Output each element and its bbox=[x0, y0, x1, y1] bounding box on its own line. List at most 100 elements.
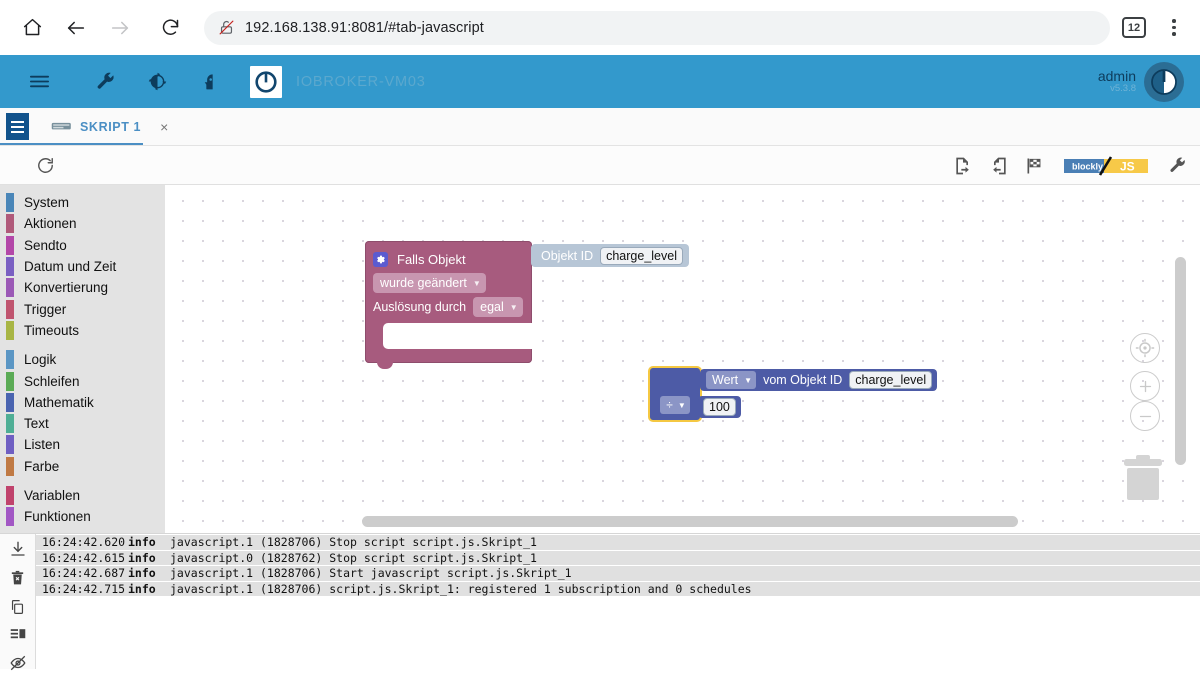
center-target-icon[interactable] bbox=[1130, 333, 1160, 363]
palette-item-timeouts[interactable]: Timeouts bbox=[0, 320, 165, 341]
address-bar[interactable]: 192.168.138.91:8081/#tab-javascript bbox=[204, 10, 1110, 45]
reload-icon[interactable] bbox=[150, 8, 190, 48]
color-swatch bbox=[6, 299, 14, 319]
user-head-icon[interactable] bbox=[190, 63, 228, 101]
palette-label: Farbe bbox=[24, 458, 60, 474]
layout-log-icon[interactable] bbox=[7, 627, 29, 643]
log-row: 16:24:42.687 info javascript.1 (1828706)… bbox=[36, 566, 1200, 582]
contrast-icon[interactable] bbox=[138, 63, 176, 101]
avatar[interactable] bbox=[1144, 61, 1184, 102]
palette-item-system[interactable]: System bbox=[0, 192, 165, 213]
palette-item-farbe[interactable]: Farbe bbox=[0, 456, 165, 477]
number-field[interactable]: 100 bbox=[703, 398, 736, 416]
palette-item-schleifen[interactable]: Schleifen bbox=[0, 370, 165, 391]
block-get-value[interactable]: Wert ▼ vom Objekt ID charge_level bbox=[700, 369, 938, 391]
block-objekt-id[interactable]: Objekt ID charge_level bbox=[531, 244, 689, 267]
block-trigger-row: Auslösung durch egal ▼ bbox=[365, 295, 532, 319]
gear-icon[interactable] bbox=[373, 251, 388, 267]
objekt-id-field[interactable]: charge_level bbox=[600, 246, 683, 265]
kebab-menu-icon[interactable] bbox=[1160, 11, 1188, 45]
palette-label: Variablen bbox=[24, 488, 81, 503]
palette-item-text[interactable]: Text bbox=[0, 413, 165, 434]
app-header: IOBROKER-VM03 admin v5.3.8 bbox=[0, 55, 1200, 108]
zoom-in-circle bbox=[1130, 371, 1160, 401]
toggle-js-label: JS bbox=[1120, 159, 1135, 173]
block-math-arithmetic[interactable]: ÷ ▼ bbox=[648, 366, 702, 422]
palette-item-aktionen[interactable]: Aktionen bbox=[0, 213, 165, 234]
log-empty-area bbox=[36, 597, 1200, 670]
blockly-toolbar-right: blockly JS bbox=[950, 146, 1190, 185]
get-value-objid-field[interactable]: charge_level bbox=[849, 371, 933, 389]
export-blocks-icon[interactable] bbox=[950, 153, 976, 179]
get-value-label: vom Objekt ID bbox=[763, 373, 843, 387]
tab-skript-1[interactable]: SKRIPT 1 × bbox=[47, 108, 172, 146]
palette-label: Funktionen bbox=[24, 509, 91, 525]
chevron-down-icon: ▼ bbox=[472, 278, 481, 288]
scroll-to-bottom-icon[interactable] bbox=[7, 540, 29, 558]
color-swatch bbox=[6, 214, 14, 234]
iobroker-logo-icon bbox=[250, 65, 282, 98]
editor-main: System Aktionen Sendto Datum und Zeit Ko… bbox=[0, 185, 1200, 533]
color-swatch bbox=[6, 371, 14, 391]
block-bottom-notch bbox=[377, 362, 393, 369]
hamburger-menu-icon[interactable] bbox=[20, 63, 58, 101]
tab-count-badge[interactable]: 12 bbox=[1122, 17, 1146, 38]
checkered-flag-icon[interactable] bbox=[1022, 153, 1048, 179]
palette-label: Listen bbox=[24, 437, 61, 453]
palette-item-sendto[interactable]: Sendto bbox=[0, 235, 165, 256]
block-statement-slot[interactable] bbox=[383, 323, 532, 349]
palette-label: Mathematik bbox=[24, 394, 94, 410]
center-circle bbox=[1130, 333, 1160, 363]
blockly-canvas[interactable]: Falls Objekt wurde geändert ▼ Auslösung … bbox=[165, 185, 1200, 533]
block-footer bbox=[365, 349, 532, 363]
wrench-icon[interactable] bbox=[86, 63, 124, 101]
blockly-js-toggle[interactable]: blockly JS bbox=[1062, 155, 1150, 176]
condition-dropdown[interactable]: wurde geändert ▼ bbox=[373, 273, 486, 293]
palette-item-konvertierung[interactable]: Konvertierung bbox=[0, 277, 165, 298]
trigger-dropdown[interactable]: egal ▼ bbox=[473, 297, 523, 317]
palette-item-mathematik[interactable]: Mathematik bbox=[0, 392, 165, 413]
trash-icon[interactable] bbox=[1122, 455, 1164, 501]
palette-item-funktionen[interactable]: Funktionen bbox=[0, 506, 165, 527]
home-icon[interactable] bbox=[12, 8, 52, 48]
block-number[interactable]: 100 bbox=[698, 396, 741, 418]
value-mode-dropdown[interactable]: Wert ▼ bbox=[706, 371, 757, 389]
admin-version: v5.3.8 bbox=[1110, 83, 1136, 95]
back-arrow-icon[interactable] bbox=[56, 8, 96, 48]
log-message: javascript.1 (1828706) Start javascript … bbox=[170, 566, 572, 581]
hide-log-icon[interactable] bbox=[7, 654, 29, 672]
close-icon[interactable]: × bbox=[160, 119, 168, 135]
copy-log-icon[interactable] bbox=[7, 598, 29, 616]
palette-item-logik[interactable]: Logik bbox=[0, 349, 165, 370]
log-panel: 16:24:42.620 info javascript.1 (1828706)… bbox=[0, 533, 1200, 672]
zoom-in-icon[interactable] bbox=[1130, 371, 1160, 401]
palette-item-trigger[interactable]: Trigger bbox=[0, 298, 165, 319]
clear-log-icon[interactable] bbox=[7, 569, 29, 587]
log-severity: info bbox=[128, 550, 156, 565]
wrench-icon[interactable] bbox=[1164, 153, 1190, 179]
log-toolbar bbox=[0, 534, 36, 672]
palette-label: Logik bbox=[24, 352, 57, 368]
canvas-vertical-scrollbar[interactable] bbox=[1175, 257, 1186, 465]
tab-label: SKRIPT 1 bbox=[80, 119, 142, 134]
palette-item-listen[interactable]: Listen bbox=[0, 434, 165, 455]
reload-icon[interactable] bbox=[32, 152, 58, 178]
chevron-down-icon: ▼ bbox=[744, 375, 753, 385]
block-falls-objekt[interactable]: Falls Objekt wurde geändert ▼ Auslösung … bbox=[365, 241, 539, 369]
log-list[interactable]: 16:24:42.620 info javascript.1 (1828706)… bbox=[36, 534, 1200, 670]
import-blocks-icon[interactable] bbox=[986, 153, 1012, 179]
palette-label: Aktionen bbox=[24, 216, 77, 232]
palette-item-datum-und-zeit[interactable]: Datum und Zeit bbox=[0, 256, 165, 277]
palette-item-variablen[interactable]: Variablen bbox=[0, 485, 165, 506]
operator-dropdown[interactable]: ÷ ▼ bbox=[660, 396, 690, 414]
script-list-toggle[interactable] bbox=[6, 113, 29, 140]
palette-label: Text bbox=[24, 416, 49, 432]
log-severity: info bbox=[128, 535, 156, 550]
palette-label: Trigger bbox=[24, 301, 67, 317]
log-time: 16:24:42.615 bbox=[42, 550, 126, 565]
log-message: javascript.1 (1828706) Stop script scrip… bbox=[170, 535, 537, 550]
zoom-out-icon[interactable] bbox=[1130, 401, 1160, 431]
color-swatch bbox=[6, 235, 14, 255]
browser-toolbar: 192.168.138.91:8081/#tab-javascript 12 bbox=[0, 0, 1200, 55]
canvas-horizontal-scrollbar[interactable] bbox=[362, 516, 1018, 527]
